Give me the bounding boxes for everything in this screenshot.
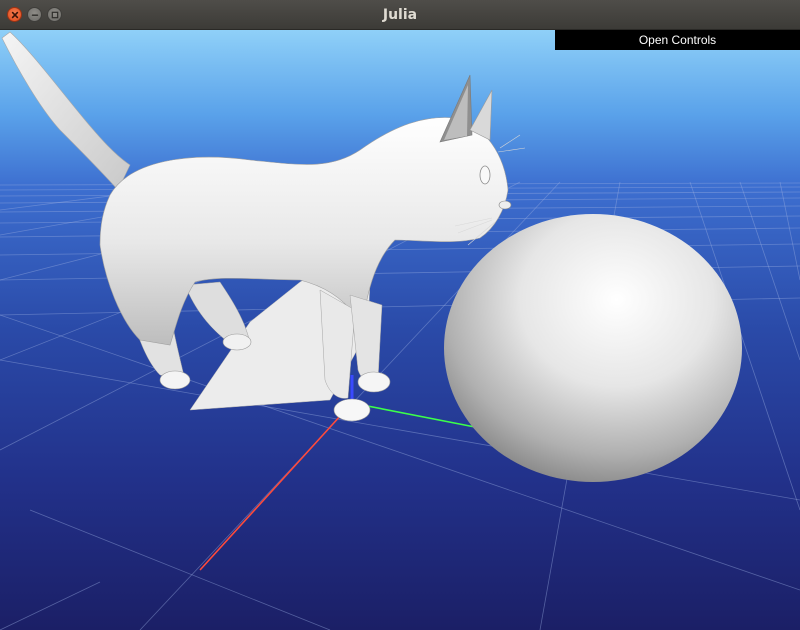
title-bar[interactable]: Julia <box>0 0 800 30</box>
cat-paw <box>159 370 191 390</box>
cat-paw <box>357 371 391 393</box>
window-title: Julia <box>382 7 418 23</box>
app-window: Julia Open Controls <box>0 0 800 630</box>
cat-paw <box>333 398 371 422</box>
3d-viewport[interactable] <box>0 30 800 630</box>
sphere-model <box>444 214 742 482</box>
open-controls-button[interactable]: Open Controls <box>555 30 800 50</box>
cat-nose <box>498 200 512 210</box>
3d-scene[interactable] <box>0 30 800 630</box>
cat-paw <box>222 333 252 351</box>
cat-eye <box>479 165 491 185</box>
